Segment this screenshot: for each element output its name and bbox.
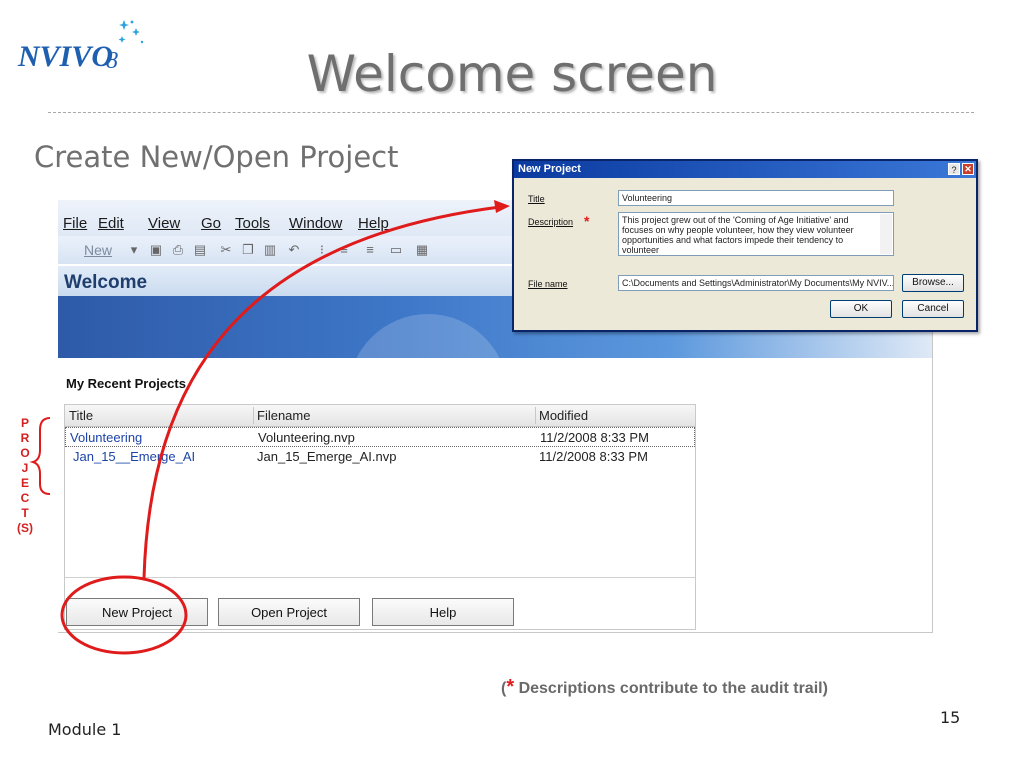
- footnote-asterisk: *: [506, 676, 515, 698]
- description-field[interactable]: This project grew out of the 'Coming of …: [618, 212, 894, 256]
- borders-icon[interactable]: ▭: [388, 242, 404, 258]
- save-icon[interactable]: ▣: [148, 242, 164, 258]
- table-row[interactable]: Jan_15__Emerge_AI Jan_15_Emerge_AI.nvp 1…: [65, 447, 695, 467]
- required-asterisk: *: [584, 213, 590, 229]
- cancel-button[interactable]: Cancel: [902, 300, 964, 318]
- format-icon[interactable]: ▦: [414, 242, 430, 258]
- menu-tools[interactable]: Tools: [235, 215, 270, 232]
- menu-window[interactable]: Window: [289, 215, 342, 232]
- column-filename[interactable]: Filename: [257, 408, 310, 423]
- table-row[interactable]: Volunteering Volunteering.nvp 11/2/2008 …: [65, 427, 695, 447]
- panel-divider: [65, 577, 695, 578]
- filename-field-label: File name: [528, 279, 568, 289]
- print-icon[interactable]: ⎙: [170, 242, 186, 258]
- title-field[interactable]: Volunteering: [618, 190, 894, 206]
- project-filename: Jan_15_Emerge_AI.nvp: [257, 449, 397, 464]
- welcome-title: Welcome: [64, 272, 148, 293]
- recent-projects-table: Title Filename Modified Volunteering Vol…: [64, 404, 696, 630]
- description-scrollbar[interactable]: [880, 214, 892, 254]
- menu-file[interactable]: File: [63, 215, 87, 232]
- annotation-letter: (S): [17, 521, 33, 535]
- ok-button[interactable]: OK: [830, 300, 892, 318]
- annotation-letter: J: [21, 461, 29, 475]
- column-modified[interactable]: Modified: [539, 408, 588, 423]
- browse-button[interactable]: Browse...: [902, 274, 964, 292]
- dropdown-arrow-icon[interactable]: ▾: [126, 242, 142, 258]
- slide-subtitle: Create New/Open Project: [34, 140, 399, 174]
- menu-help[interactable]: Help: [358, 215, 389, 232]
- title-field-label: Title: [528, 194, 545, 204]
- column-separator: [253, 407, 254, 424]
- banner-decoration: [348, 314, 508, 358]
- menu-edit[interactable]: Edit: [98, 215, 124, 232]
- recent-projects-heading: My Recent Projects: [66, 376, 186, 391]
- column-separator: [535, 407, 536, 424]
- align-center-icon[interactable]: ≡: [362, 242, 378, 258]
- new-project-button[interactable]: New Project: [66, 598, 208, 626]
- project-filename: Volunteering.nvp: [258, 430, 355, 445]
- audit-trail-footnote: (* Descriptions contribute to the audit …: [501, 676, 828, 699]
- project-title[interactable]: Jan_15__Emerge_AI: [73, 449, 195, 464]
- annotation-letter: R: [20, 431, 30, 445]
- toolbar-new-button[interactable]: New: [84, 242, 112, 258]
- annotation-letter: T: [21, 506, 29, 520]
- title-divider: [48, 112, 974, 113]
- new-project-dialog: New Project ? ✕ Title Volunteering Descr…: [512, 159, 978, 332]
- align-left-icon[interactable]: ≡: [336, 242, 352, 258]
- close-icon[interactable]: ✕: [962, 163, 974, 175]
- paste-icon[interactable]: ▥: [262, 242, 278, 258]
- menu-go[interactable]: Go: [201, 215, 221, 232]
- annotation-letter: P: [20, 416, 29, 430]
- module-label: Module 1: [48, 720, 122, 739]
- menu-view[interactable]: View: [148, 215, 180, 232]
- undo-icon[interactable]: ↶: [286, 242, 302, 258]
- toolbar-options-icon[interactable]: ⁝: [314, 242, 330, 258]
- cut-icon[interactable]: ✂: [218, 242, 234, 258]
- project-modified: 11/2/2008 8:33 PM: [539, 449, 648, 464]
- description-text: This project grew out of the 'Coming of …: [622, 215, 854, 255]
- copy-icon[interactable]: ❐: [240, 242, 256, 258]
- dialog-titlebar[interactable]: New Project ? ✕: [514, 161, 976, 178]
- slide-title: Welcome screen: [306, 45, 718, 103]
- open-project-button[interactable]: Open Project: [218, 598, 360, 626]
- help-icon[interactable]: ?: [948, 163, 960, 175]
- help-button[interactable]: Help: [372, 598, 514, 626]
- description-field-label: Description: [528, 217, 574, 227]
- filename-field[interactable]: C:\Documents and Settings\Administrator\…: [618, 275, 894, 291]
- annotation-letter: C: [20, 491, 30, 505]
- table-header: Title Filename Modified: [65, 405, 695, 427]
- column-title[interactable]: Title: [69, 408, 93, 423]
- project-modified: 11/2/2008 8:33 PM: [540, 430, 649, 445]
- footnote-text: Descriptions contribute to the audit tra…: [514, 680, 828, 697]
- project-title[interactable]: Volunteering: [70, 430, 142, 445]
- page-number: 15: [940, 708, 961, 727]
- projects-annotation: P R O J E C T (S): [12, 416, 38, 536]
- annotation-letter: E: [20, 476, 29, 490]
- dialog-title: New Project: [518, 163, 581, 175]
- print-preview-icon[interactable]: ▤: [192, 242, 208, 258]
- annotation-letter: O: [20, 446, 30, 460]
